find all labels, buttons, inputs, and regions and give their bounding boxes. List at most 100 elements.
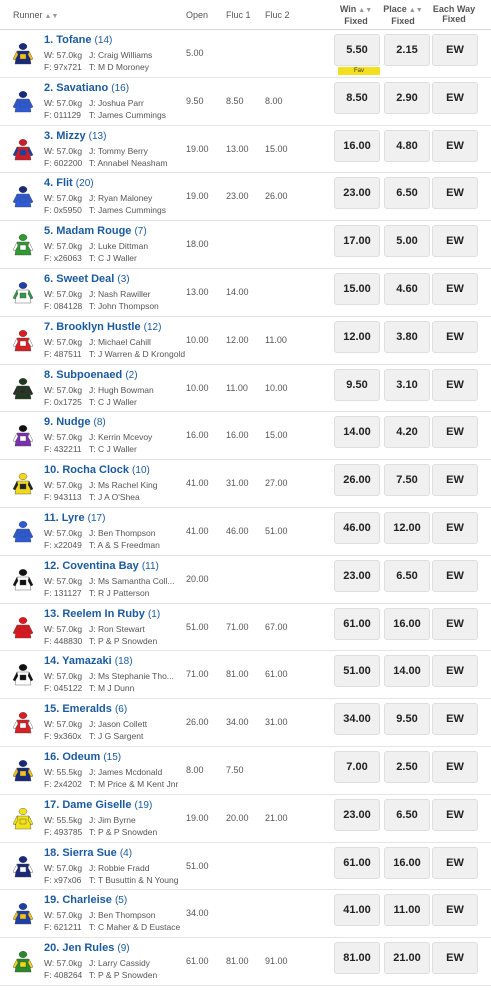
open-price: 9.50 [186, 95, 204, 106]
win-fixed-odds-button[interactable]: 41.00 [334, 894, 380, 927]
each-way-button[interactable]: EW [432, 655, 478, 688]
runner-name-link[interactable]: 11. Lyre (17) [44, 512, 105, 524]
runner-name-link[interactable]: 12. Coventina Bay (11) [44, 560, 159, 572]
jockey-silk-icon [12, 807, 34, 829]
place-fixed-odds-button[interactable]: 12.00 [384, 511, 430, 544]
each-way-button[interactable]: EW [432, 81, 478, 114]
runner-column-header[interactable]: Runner ▲▼ [13, 10, 58, 20]
runner-form-trainer: F: 493785 T: P & P Snowden [44, 827, 157, 837]
each-way-button[interactable]: EW [432, 559, 478, 592]
win-fixed-odds-button[interactable]: 16.00 [334, 129, 380, 162]
sort-icon[interactable]: ▲▼ [358, 7, 372, 14]
each-way-button[interactable]: EW [432, 703, 478, 736]
each-way-button[interactable]: EW [432, 177, 478, 210]
win-fixed-column-header[interactable]: Win ▲▼ Fixed [333, 4, 379, 26]
place-fixed-odds-button[interactable]: 2.15 [384, 34, 430, 66]
runners-list: 1. Tofane (14) W: 57.0kg J: Craig William… [0, 30, 491, 986]
place-fixed-odds-button[interactable]: 7.50 [384, 464, 430, 497]
runner-name-link[interactable]: 5. Madam Rouge (7) [44, 225, 147, 237]
each-way-button[interactable]: EW [432, 368, 478, 401]
win-fixed-odds-button[interactable]: 5.50 [334, 34, 380, 66]
runner-name-link[interactable]: 10. Rocha Clock (10) [44, 464, 150, 476]
win-fixed-odds-button[interactable]: 7.00 [334, 750, 380, 783]
runner-name-link[interactable]: 6. Sweet Deal (3) [44, 273, 130, 285]
win-fixed-odds-button[interactable]: 9.50 [334, 368, 380, 401]
win-fixed-odds-button[interactable]: 26.00 [334, 464, 380, 497]
weight: W: 55.5kg [44, 766, 83, 777]
runner-name-link[interactable]: 9. Nudge (8) [44, 416, 106, 428]
each-way-button[interactable]: EW [432, 129, 478, 162]
each-way-button[interactable]: EW [432, 511, 478, 544]
each-way-button[interactable]: EW [432, 34, 478, 66]
place-fixed-odds-button[interactable]: 3.80 [384, 320, 430, 353]
runner-name-link[interactable]: 2. Savatiano (16) [44, 82, 129, 94]
place-fixed-odds-button[interactable]: 16.00 [384, 607, 430, 640]
place-fixed-odds-button[interactable]: 4.20 [384, 416, 430, 449]
runner-name-link[interactable]: 19. Charleise (5) [44, 894, 127, 906]
win-fixed-odds-button[interactable]: 17.00 [334, 225, 380, 258]
runner-name-link[interactable]: 13. Reelem In Ruby (1) [44, 608, 160, 620]
place-fixed-odds-button[interactable]: 16.00 [384, 846, 430, 879]
each-way-button[interactable]: EW [432, 607, 478, 640]
each-way-button[interactable]: EW [432, 416, 478, 449]
each-way-button[interactable]: EW [432, 894, 478, 927]
place-fixed-odds-button[interactable]: 2.90 [384, 81, 430, 114]
win-fixed-odds-button[interactable]: 23.00 [334, 559, 380, 592]
runner-form-trainer: F: 408264 T: P & P Snowden [44, 970, 157, 980]
runner-name-link[interactable]: 7. Brooklyn Hustle (12) [44, 321, 161, 333]
each-way-button[interactable]: EW [432, 750, 478, 783]
weight: W: 57.0kg [44, 50, 83, 60]
place-fixed-odds-button[interactable]: 14.00 [384, 655, 430, 688]
place-fixed-odds-button[interactable]: 6.50 [384, 798, 430, 831]
win-fixed-odds-button[interactable]: 15.00 [334, 272, 380, 305]
each-way-button[interactable]: EW [432, 320, 478, 353]
place-fixed-odds-button[interactable]: 21.00 [384, 942, 430, 975]
each-way-button[interactable]: EW [432, 942, 478, 975]
place-fixed-odds-button[interactable]: 3.10 [384, 368, 430, 401]
each-way-button[interactable]: EW [432, 272, 478, 305]
win-fixed-odds-button[interactable]: 81.00 [334, 942, 380, 975]
jockey: J: Nash Rawiller [89, 288, 151, 299]
place-fixed-odds-button[interactable]: 4.60 [384, 272, 430, 305]
runner-name-link[interactable]: 17. Dame Giselle (19) [44, 799, 152, 811]
runner-name-link[interactable]: 4. Flit (20) [44, 177, 94, 189]
form: F: 084128 [44, 300, 83, 311]
place-fixed-odds-button[interactable]: 6.50 [384, 559, 430, 592]
runner-form-trainer: F: 9x360x T: J G Sargent [44, 731, 143, 741]
win-fixed-odds-button[interactable]: 46.00 [334, 511, 380, 544]
win-fixed-odds-button[interactable]: 14.00 [334, 416, 380, 449]
sort-icon[interactable]: ▲▼ [45, 13, 59, 20]
jockey: J: Ms Rachel King [89, 480, 158, 491]
runner-name-link[interactable]: 8. Subpoenaed (2) [44, 369, 138, 381]
win-fixed-odds-button[interactable]: 23.00 [334, 177, 380, 210]
win-fixed-odds-button[interactable]: 51.00 [334, 655, 380, 688]
each-way-button[interactable]: EW [432, 798, 478, 831]
win-fixed-odds-button[interactable]: 34.00 [334, 703, 380, 736]
runner-form-trainer: F: 011129 T: James Cummings [44, 110, 166, 120]
each-way-button[interactable]: EW [432, 464, 478, 497]
runner-name-link[interactable]: 15. Emeralds (6) [44, 703, 127, 715]
fluc1-column-header: Fluc 1 [226, 10, 251, 20]
place-fixed-odds-button[interactable]: 4.80 [384, 129, 430, 162]
place-fixed-odds-button[interactable]: 11.00 [384, 894, 430, 927]
each-way-button[interactable]: EW [432, 846, 478, 879]
runner-name-link[interactable]: 18. Sierra Sue (4) [44, 847, 132, 859]
place-fixed-odds-button[interactable]: 2.50 [384, 750, 430, 783]
win-fixed-odds-button[interactable]: 23.00 [334, 798, 380, 831]
place-fixed-odds-button[interactable]: 9.50 [384, 703, 430, 736]
win-fixed-odds-button[interactable]: 8.50 [334, 81, 380, 114]
runner-name-link[interactable]: 1. Tofane (14) [44, 34, 112, 46]
jockey: J: Tommy Berry [89, 145, 148, 156]
win-fixed-odds-button[interactable]: 12.00 [334, 320, 380, 353]
place-fixed-column-header[interactable]: Place ▲▼ Fixed [380, 4, 426, 26]
each-way-button[interactable]: EW [432, 225, 478, 258]
place-fixed-odds-button[interactable]: 5.00 [384, 225, 430, 258]
runner-name-link[interactable]: 20. Jen Rules (9) [44, 942, 130, 954]
sort-icon[interactable]: ▲▼ [409, 7, 423, 14]
runner-name-link[interactable]: 16. Odeum (15) [44, 751, 121, 763]
runner-name-link[interactable]: 14. Yamazaki (18) [44, 655, 133, 667]
runner-name-link[interactable]: 3. Mizzy (13) [44, 130, 106, 142]
win-fixed-odds-button[interactable]: 61.00 [334, 607, 380, 640]
place-fixed-odds-button[interactable]: 6.50 [384, 177, 430, 210]
win-fixed-odds-button[interactable]: 61.00 [334, 846, 380, 879]
